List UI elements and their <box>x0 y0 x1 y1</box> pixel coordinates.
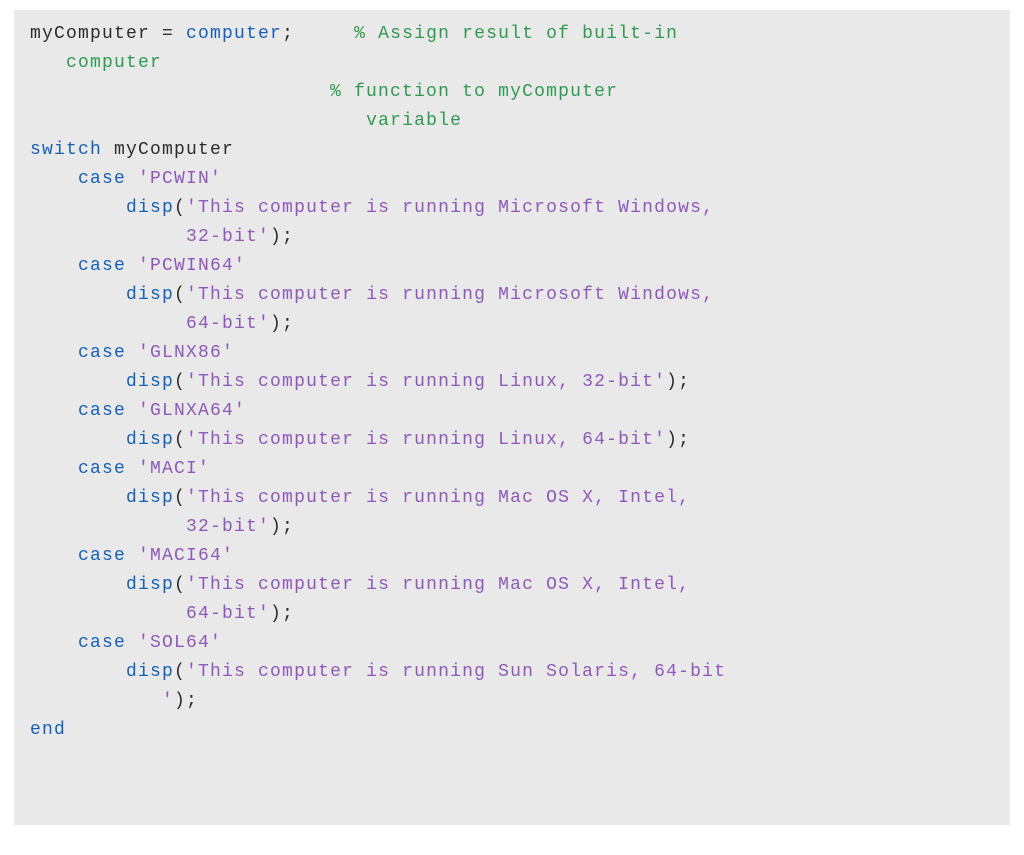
case-value: 'SOL64' <box>138 633 222 653</box>
code-line: disp('This computer is running Microsoft… <box>30 285 714 305</box>
comment: % Assign result of built-in <box>354 24 678 44</box>
eq-sign: = <box>150 24 186 44</box>
case-value: 'MACI' <box>138 459 210 479</box>
case-keyword: case <box>78 459 126 479</box>
case-keyword: case <box>78 343 126 363</box>
code-line: case 'PCWIN' <box>30 169 222 189</box>
case-value: 'PCWIN64' <box>138 256 246 276</box>
code-line: disp('This computer is running Linux, 64… <box>30 430 690 450</box>
case-keyword: case <box>78 401 126 421</box>
code-listing: myComputer = computer; % Assign result o… <box>14 10 1010 825</box>
comment: % function to myComputer <box>330 82 618 102</box>
disp-fn: disp <box>126 575 174 595</box>
string-literal: 'This computer is running Linux, 64-bit' <box>186 430 666 450</box>
code-line: case 'GLNXA64' <box>30 401 246 421</box>
case-value: 'GLNXA64' <box>138 401 246 421</box>
code-line: disp('This computer is running Linux, 32… <box>30 372 690 392</box>
code-line: switch myComputer <box>30 140 234 160</box>
comment: variable <box>366 111 462 131</box>
case-value: 'MACI64' <box>138 546 234 566</box>
string-literal: 32-bit' <box>174 227 270 247</box>
code-line: 64-bit'); <box>30 604 294 624</box>
code-line: disp('This computer is running Microsoft… <box>30 198 714 218</box>
disp-fn: disp <box>126 488 174 508</box>
case-keyword: case <box>78 256 126 276</box>
disp-fn: disp <box>126 372 174 392</box>
string-literal: 'This computer is running Mac OS X, Inte… <box>186 575 690 595</box>
code-line: myComputer = computer; % Assign result o… <box>30 24 678 44</box>
code-line: 32-bit'); <box>30 517 294 537</box>
case-keyword: case <box>78 546 126 566</box>
semicolon: ; <box>282 24 294 44</box>
disp-fn: disp <box>126 198 174 218</box>
case-value: 'GLNX86' <box>138 343 234 363</box>
code-line: disp('This computer is running Mac OS X,… <box>30 488 690 508</box>
code-line: 64-bit'); <box>30 314 294 334</box>
code-line: case 'PCWIN64' <box>30 256 246 276</box>
variable-name: myComputer <box>30 24 150 44</box>
code-line: computer <box>30 53 162 73</box>
string-literal: 32-bit' <box>174 517 270 537</box>
string-literal: 'This computer is running Linux, 32-bit' <box>186 372 666 392</box>
string-literal: 'This computer is running Sun Solaris, 6… <box>186 662 726 682</box>
code-line: 32-bit'); <box>30 227 294 247</box>
case-keyword: case <box>78 169 126 189</box>
code-line: disp('This computer is running Sun Solar… <box>30 662 726 682</box>
switch-var: myComputer <box>102 140 234 160</box>
code-body: myComputer = computer; % Assign result o… <box>30 20 994 745</box>
code-line: case 'GLNX86' <box>30 343 234 363</box>
string-literal: 64-bit' <box>174 604 270 624</box>
string-literal: 'This computer is running Microsoft Wind… <box>186 285 714 305</box>
switch-keyword: switch <box>30 140 102 160</box>
code-line: '); <box>30 691 198 711</box>
disp-fn: disp <box>126 430 174 450</box>
code-line: case 'MACI64' <box>30 546 234 566</box>
comment: computer <box>66 53 162 73</box>
builtin-computer: computer <box>186 24 282 44</box>
disp-fn: disp <box>126 662 174 682</box>
string-literal: 64-bit' <box>174 314 270 334</box>
code-line: case 'MACI' <box>30 459 210 479</box>
string-literal: 'This computer is running Mac OS X, Inte… <box>186 488 690 508</box>
case-keyword: case <box>78 633 126 653</box>
code-line: % function to myComputer <box>30 82 618 102</box>
code-line: variable <box>30 111 462 131</box>
string-literal: ' <box>162 691 174 711</box>
code-line: case 'SOL64' <box>30 633 222 653</box>
string-literal: 'This computer is running Microsoft Wind… <box>186 198 714 218</box>
code-line: end <box>30 720 66 740</box>
end-keyword: end <box>30 720 66 740</box>
code-line: disp('This computer is running Mac OS X,… <box>30 575 690 595</box>
disp-fn: disp <box>126 285 174 305</box>
case-value: 'PCWIN' <box>138 169 222 189</box>
